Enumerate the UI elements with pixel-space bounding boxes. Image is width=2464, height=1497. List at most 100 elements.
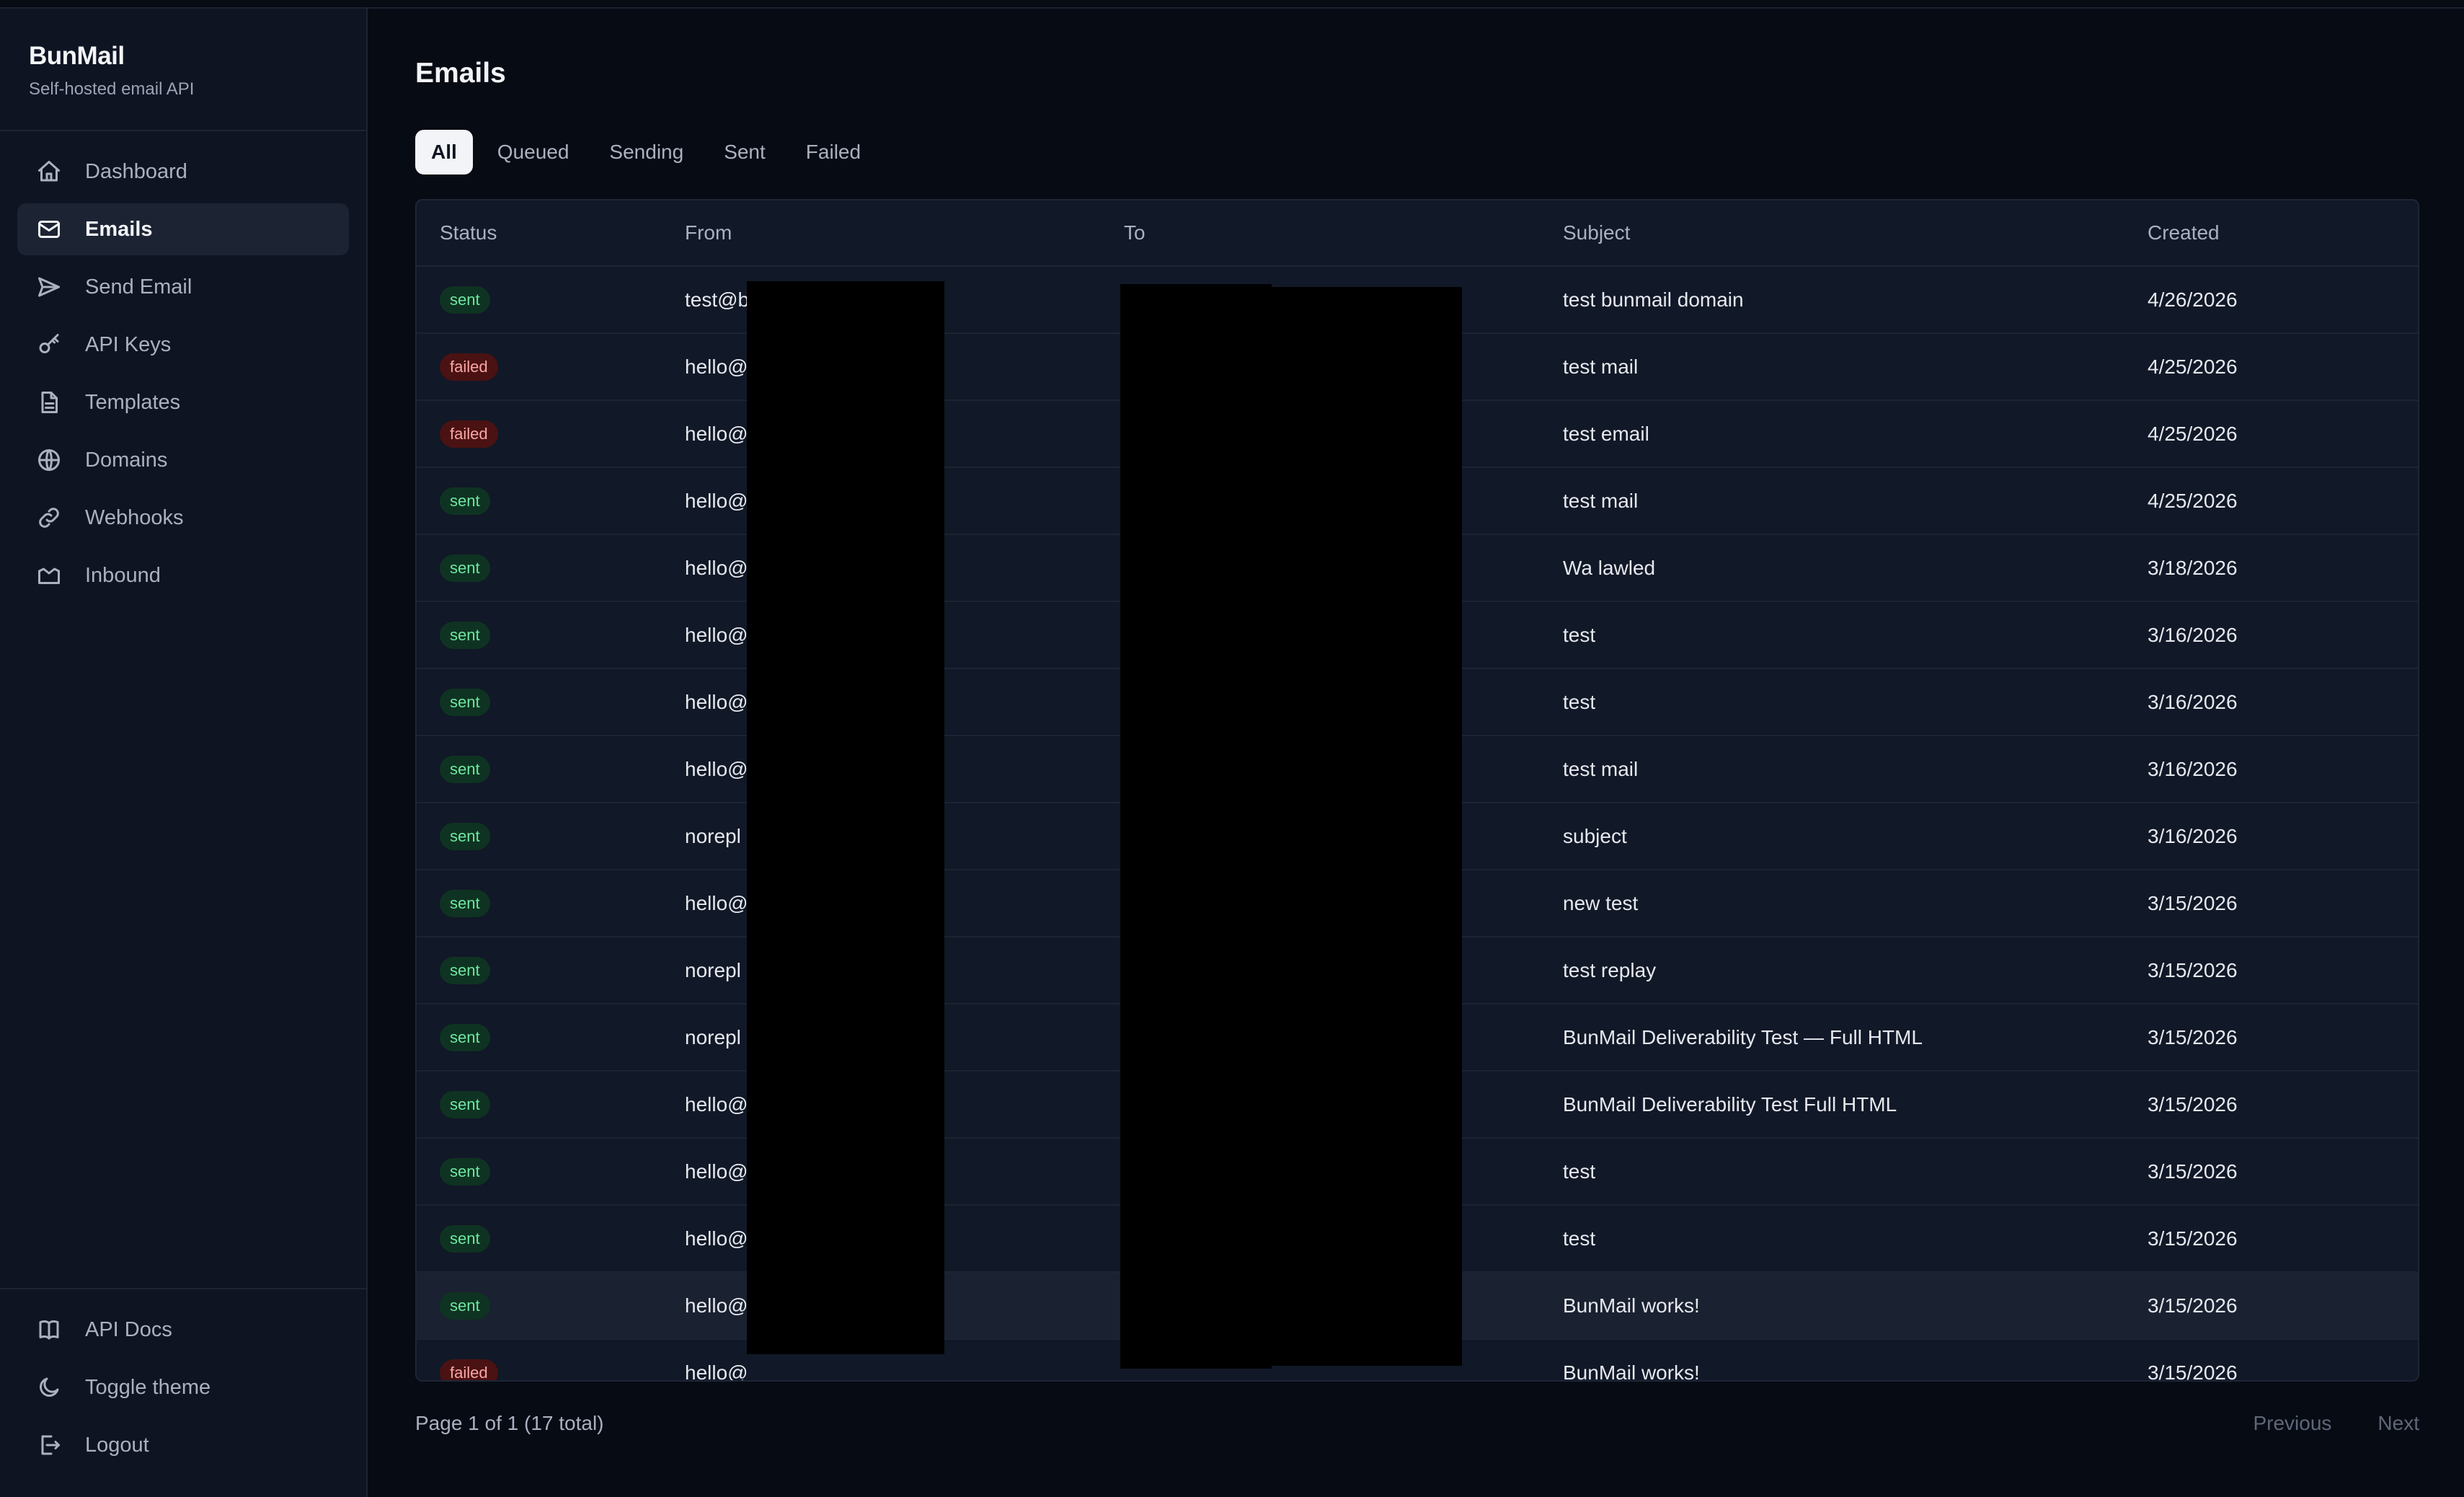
status-cell: sent bbox=[417, 822, 662, 850]
brand-name: BunMail bbox=[29, 42, 125, 70]
status-cell: failed bbox=[417, 420, 662, 448]
tab-sending[interactable]: Sending bbox=[593, 130, 699, 175]
created-cell: 4/25/2026 bbox=[2148, 489, 2238, 512]
tab-queued[interactable]: Queued bbox=[482, 130, 585, 175]
subject-cell: test email bbox=[1563, 422, 1649, 445]
previous-button[interactable]: Previous bbox=[2253, 1412, 2331, 1435]
status-badge: failed bbox=[440, 1359, 498, 1380]
tab-failed[interactable]: Failed bbox=[790, 130, 877, 175]
header-from[interactable]: From bbox=[662, 221, 1101, 244]
created-cell: 4/26/2026 bbox=[2148, 288, 2238, 311]
subject-cell: test bbox=[1563, 623, 1596, 646]
sidebar-nav: Dashboard Emails Send Email API Keys Templat… bbox=[0, 131, 366, 601]
sidebar-item-toggle-theme[interactable]: Toggle theme bbox=[17, 1361, 349, 1413]
sidebar-item-domains[interactable]: Domains bbox=[17, 434, 349, 486]
sidebar-item-label: Dashboard bbox=[85, 159, 187, 183]
status-tabs: All Queued Sending Sent Failed bbox=[415, 130, 885, 175]
status-badge: sent bbox=[440, 889, 490, 917]
status-badge: sent bbox=[440, 554, 490, 582]
status-badge: sent bbox=[440, 822, 490, 850]
sidebar-item-label: API Docs bbox=[85, 1317, 172, 1341]
sidebar-item-send-email[interactable]: Send Email bbox=[17, 261, 349, 313]
inbox-icon bbox=[35, 561, 63, 590]
status-cell: sent bbox=[417, 1224, 662, 1253]
subject-cell: BunMail works! bbox=[1563, 1294, 1700, 1317]
sidebar-item-api-docs[interactable]: API Docs bbox=[17, 1304, 349, 1356]
created-cell: 3/16/2026 bbox=[2148, 824, 2238, 847]
subject-cell: Wa lawled bbox=[1563, 556, 1656, 579]
next-button[interactable]: Next bbox=[2377, 1412, 2419, 1435]
sidebar-item-label: Webhooks bbox=[85, 505, 184, 529]
redaction-block bbox=[747, 281, 944, 1354]
status-badge: sent bbox=[440, 1224, 490, 1253]
tab-sent[interactable]: Sent bbox=[708, 130, 781, 175]
sidebar-item-label: API Keys bbox=[85, 332, 172, 356]
status-cell: sent bbox=[417, 1090, 662, 1118]
created-cell: 3/16/2026 bbox=[2148, 757, 2238, 780]
pagination-controls: Previous Next bbox=[2207, 1412, 2419, 1435]
header-subject[interactable]: Subject bbox=[1540, 221, 2124, 244]
status-cell: sent bbox=[417, 1291, 662, 1320]
status-cell: failed bbox=[417, 1359, 662, 1380]
sidebar-item-label: Send Email bbox=[85, 275, 192, 299]
status-cell: sent bbox=[417, 286, 662, 314]
status-badge: sent bbox=[440, 286, 490, 314]
tab-all[interactable]: All bbox=[415, 130, 473, 175]
status-badge: sent bbox=[440, 487, 490, 515]
sidebar-item-logout[interactable]: Logout bbox=[17, 1419, 349, 1471]
top-border bbox=[0, 0, 2464, 9]
sidebar-item-label: Toggle theme bbox=[85, 1375, 211, 1399]
created-cell: 3/15/2026 bbox=[2148, 958, 2238, 981]
status-badge: sent bbox=[440, 621, 490, 649]
status-badge: sent bbox=[440, 956, 490, 984]
status-badge: failed bbox=[440, 420, 498, 448]
status-cell: sent bbox=[417, 688, 662, 716]
subject-cell: BunMail Deliverability Test — Full HTML bbox=[1563, 1025, 1923, 1048]
created-cell: 3/15/2026 bbox=[2148, 891, 2238, 914]
table-header: Status From To Subject Created bbox=[417, 200, 2418, 267]
status-cell: sent bbox=[417, 1157, 662, 1185]
sidebar-item-webhooks[interactable]: Webhooks bbox=[17, 492, 349, 544]
status-badge: failed bbox=[440, 353, 498, 381]
subject-cell: test bbox=[1563, 1227, 1596, 1250]
status-cell: failed bbox=[417, 353, 662, 381]
header-to[interactable]: To bbox=[1101, 221, 1540, 244]
status-cell: sent bbox=[417, 487, 662, 515]
status-cell: sent bbox=[417, 554, 662, 582]
moon-icon bbox=[35, 1373, 63, 1402]
created-cell: 3/15/2026 bbox=[2148, 1092, 2238, 1116]
sidebar-item-dashboard[interactable]: Dashboard bbox=[17, 146, 349, 198]
send-icon bbox=[35, 273, 63, 301]
page-title: Emails bbox=[415, 58, 506, 89]
header-created[interactable]: Created bbox=[2124, 221, 2418, 244]
status-badge: sent bbox=[440, 1090, 490, 1118]
status-cell: sent bbox=[417, 889, 662, 917]
redaction-block bbox=[1269, 287, 1462, 1366]
subject-cell: subject bbox=[1563, 824, 1627, 847]
brand-tagline: Self-hosted email API bbox=[29, 79, 195, 99]
sidebar-item-label: Emails bbox=[85, 217, 153, 241]
created-cell: 3/18/2026 bbox=[2148, 556, 2238, 579]
status-cell: sent bbox=[417, 956, 662, 984]
sidebar-item-label: Templates bbox=[85, 390, 181, 414]
created-cell: 3/15/2026 bbox=[2148, 1361, 2238, 1382]
sidebar: BunMail Self-hosted email API Dashboard E… bbox=[0, 9, 368, 1497]
subject-cell: BunMail works! bbox=[1563, 1361, 1700, 1382]
sidebar-item-api-keys[interactable]: API Keys bbox=[17, 319, 349, 371]
brand: BunMail Self-hosted email API bbox=[0, 9, 366, 131]
status-badge: sent bbox=[440, 1023, 490, 1051]
sidebar-item-templates[interactable]: Templates bbox=[17, 376, 349, 428]
sidebar-item-label: Domains bbox=[85, 448, 168, 472]
subject-cell: test bbox=[1563, 690, 1596, 713]
sidebar-item-emails[interactable]: Emails bbox=[17, 203, 349, 255]
header-status[interactable]: Status bbox=[417, 221, 662, 244]
subject-cell: test mail bbox=[1563, 355, 1639, 378]
created-cell: 4/25/2026 bbox=[2148, 422, 2238, 445]
created-cell: 3/15/2026 bbox=[2148, 1025, 2238, 1048]
created-cell: 3/15/2026 bbox=[2148, 1227, 2238, 1250]
sidebar-item-inbound[interactable]: Inbound bbox=[17, 549, 349, 601]
subject-cell: BunMail Deliverability Test Full HTML bbox=[1563, 1092, 1897, 1116]
status-badge: sent bbox=[440, 688, 490, 716]
created-cell: 3/16/2026 bbox=[2148, 623, 2238, 646]
redaction-block bbox=[1120, 284, 1272, 1369]
